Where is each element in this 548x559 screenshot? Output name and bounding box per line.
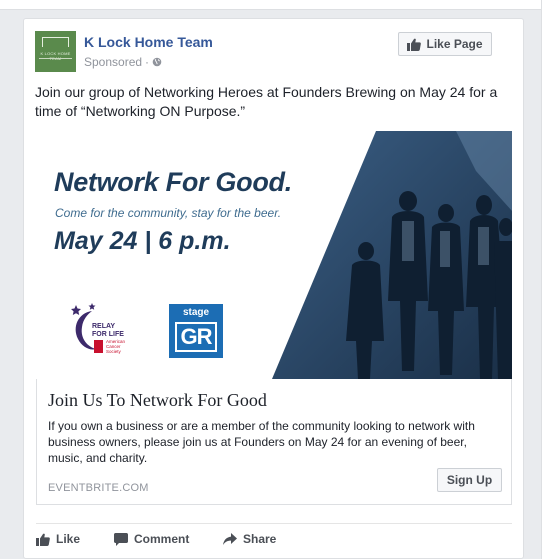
link-preview[interactable]: Join Us To Network For Good If you own a…	[36, 379, 512, 505]
link-domain: EVENTBRITE.COM	[48, 482, 149, 494]
sponsored-post-card: K LOCK HOME TEAM K Lock Home Team Sponso…	[23, 18, 524, 559]
like-page-button[interactable]: Like Page	[398, 32, 492, 56]
avatar-divider	[39, 58, 72, 59]
like-action-label: Like	[56, 532, 81, 546]
previous-post-edge	[0, 0, 548, 10]
share-action-label: Share	[243, 532, 277, 546]
page-name-link[interactable]: K Lock Home Team	[84, 34, 213, 50]
sign-up-button[interactable]: Sign Up	[437, 468, 502, 492]
sponsored-line: Sponsored ·	[84, 55, 162, 69]
comment-action-label: Comment	[134, 532, 190, 546]
dot-separator: ·	[145, 55, 150, 69]
post-body-text: Join our group of Networking Heroes at F…	[35, 84, 498, 119]
share-arrow-icon	[223, 532, 237, 545]
like-page-label: Like Page	[426, 37, 483, 51]
globe-icon[interactable]	[152, 57, 162, 67]
house-roof-graphic	[42, 37, 69, 47]
stage-gr-logo: stage GR	[169, 304, 223, 358]
avatar-brand-text: K LOCK HOME TEAM	[40, 51, 71, 61]
sponsored-label[interactable]: Sponsored	[84, 55, 142, 69]
share-action-button[interactable]: Share	[223, 530, 276, 548]
ad-date-time-text: May 24 | 6 p.m.	[54, 227, 231, 255]
american-cancer-society-text: American Cancer Society	[106, 339, 126, 354]
stage-logo-mark: GR	[175, 322, 217, 352]
like-action-button[interactable]: Like	[36, 530, 80, 548]
actions-divider	[36, 523, 512, 524]
relay-for-life-text: RELAY FOR LIFE	[92, 323, 124, 338]
ad-tagline-text: Come for the community, stay for the bee…	[55, 206, 282, 220]
link-description: If you own a business or are a member of…	[48, 419, 475, 465]
american-cancer-society-sword-icon	[94, 340, 103, 353]
thumbs-up-icon	[407, 38, 422, 51]
ad-image[interactable]: Network For Good. Come for the community…	[36, 131, 512, 379]
right-column-edge	[541, 0, 548, 559]
comment-action-button[interactable]: Comment	[114, 530, 189, 548]
link-title[interactable]: Join Us To Network For Good	[48, 390, 267, 411]
ad-headline-text: Network For Good.	[54, 167, 292, 197]
page-avatar[interactable]: K LOCK HOME TEAM	[35, 31, 76, 72]
thumbs-up-icon	[36, 533, 50, 546]
stage-logo-text: stage	[182, 307, 210, 318]
comment-bubble-icon	[114, 532, 128, 546]
